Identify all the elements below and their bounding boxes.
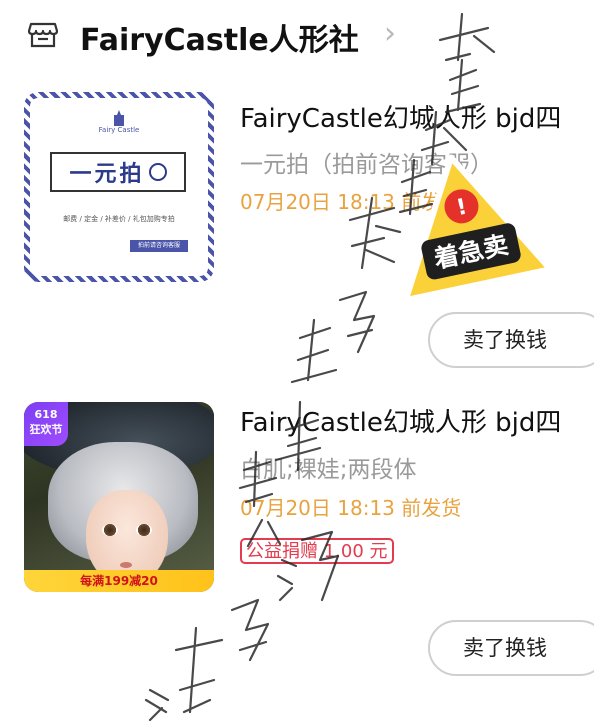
promo-label: 一元拍 (50, 152, 186, 192)
product-thumbnail[interactable]: 618 狂欢节 每满199减20 (24, 402, 214, 592)
product-title[interactable]: FairyCastle幻城人形 bjd四 (240, 98, 561, 135)
ship-time: 07月20日 18:13 前发货 (240, 496, 462, 520)
festival-badge: 618 狂欢节 (24, 402, 68, 446)
castle-icon (114, 110, 124, 126)
sell-for-cash-button[interactable]: 卖了换钱 (428, 312, 594, 368)
festival-number: 618 (34, 408, 58, 421)
sell-for-cash-button[interactable]: 卖了换钱 (428, 620, 594, 676)
brand-label: Fairy Castle (98, 126, 140, 134)
product-spec: 白肌;裸娃;两段体 (240, 457, 417, 483)
charity-badge: 公益捐赠 1.00 元 (240, 538, 394, 564)
product-thumbnail[interactable]: Fairy Castle 一元拍 邮费 / 定金 / 补差价 / 礼包加购专拍 … (24, 92, 214, 282)
festival-label: 狂欢节 (29, 423, 63, 436)
coupon-banner: 每满199减20 (24, 570, 214, 592)
promo-tag: 拍前请咨询客服 (130, 240, 188, 252)
chevron-right-icon[interactable]: › (384, 16, 396, 51)
shop-name[interactable]: FairyCastle人形社 (80, 15, 359, 59)
urgent-sale-sticker: ! 着急卖 (402, 154, 547, 298)
doll-lips (120, 562, 132, 568)
doll-eye (136, 524, 152, 536)
promo-text: 一元拍 (69, 162, 145, 187)
product-title[interactable]: FairyCastle幻城人形 bjd四 (240, 402, 561, 439)
knob-icon (148, 163, 167, 181)
promo-subtitle: 邮费 / 定金 / 补差价 / 礼包加购专拍 (63, 215, 175, 223)
shop-header[interactable]: FairyCastle人形社 › (0, 0, 594, 70)
store-icon (28, 22, 58, 48)
doll-eye (102, 524, 118, 536)
